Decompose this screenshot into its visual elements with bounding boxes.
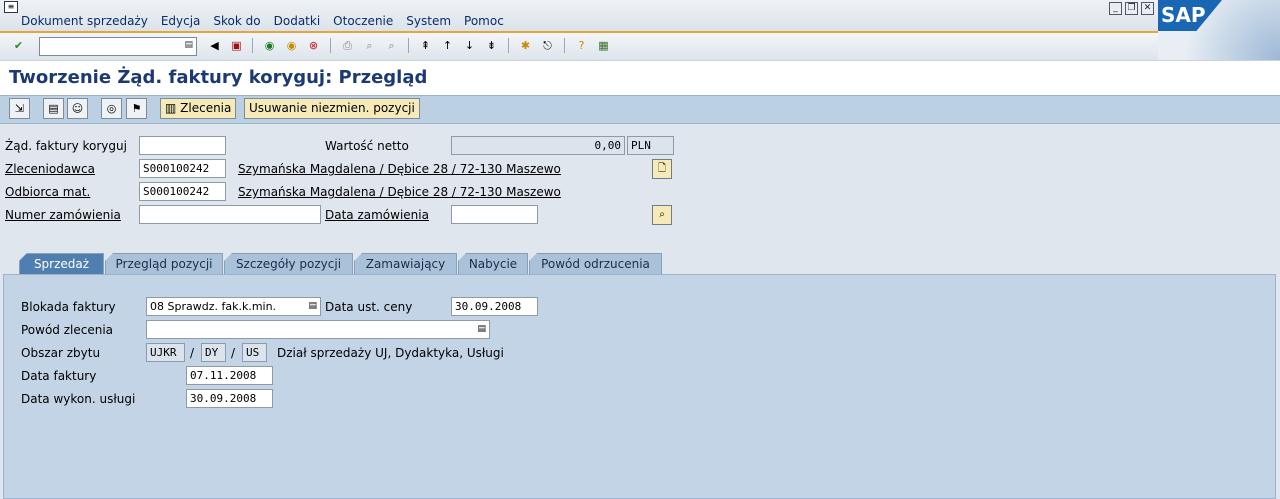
menu-item-help[interactable]: Pomoc: [464, 14, 504, 28]
billing-block-select[interactable]: 08 Sprawdz. fak.k.min. ▤: [146, 297, 321, 316]
item-conditions-icon[interactable]: ⚑: [126, 98, 147, 119]
orders-icon: ▥: [165, 101, 181, 115]
dropdown-icon[interactable]: ▤: [477, 321, 486, 338]
customize-layout-icon[interactable]: ▦: [595, 37, 612, 54]
search-icon[interactable]: ⌕: [652, 205, 672, 225]
order-reason-label: Powód zlecenia: [21, 323, 114, 337]
ship-to-label[interactable]: Odbiorca mat.: [5, 185, 90, 199]
last-page-icon[interactable]: ⇟: [483, 37, 500, 54]
currency-field: PLN: [627, 136, 674, 155]
order-reason-select[interactable]: ▤: [146, 320, 490, 339]
po-date-input[interactable]: [451, 205, 538, 224]
tab-rejection-reason[interactable]: Powód odrzucenia: [529, 253, 662, 275]
tab-item-details[interactable]: Szczegóły pozycji: [224, 253, 353, 275]
cancel-icon[interactable]: ⊗: [305, 37, 322, 54]
po-number-input[interactable]: [139, 205, 321, 224]
sap-logo: SAP: [1158, 0, 1280, 60]
menu-item-system[interactable]: System: [406, 14, 451, 28]
header-details-icon[interactable]: ▤: [43, 98, 64, 119]
service-date-input[interactable]: 30.09.2008: [186, 389, 273, 408]
separator-2: /: [231, 346, 236, 360]
collapse-icon[interactable]: ◀: [206, 37, 223, 54]
display-document-icon[interactable]: ⇲: [9, 98, 30, 119]
main-menu: Dokument sprzedaży Edycja Skok do Dodatk…: [21, 14, 504, 28]
title-bar: Tworzenie Żąd. faktury koryguj: Przegląd: [0, 60, 1280, 97]
find-next-icon[interactable]: ⌕: [383, 37, 400, 54]
distribution-channel-field: DY: [201, 343, 226, 362]
menu-item-edit[interactable]: Edycja: [161, 14, 201, 28]
back-icon[interactable]: ◉: [261, 37, 278, 54]
sold-to-label[interactable]: Zleceniodawca: [5, 162, 95, 176]
new-session-icon[interactable]: ✱: [517, 37, 534, 54]
save-icon[interactable]: ▣: [228, 37, 245, 54]
sales-org-field: UJKR: [146, 343, 185, 362]
menu-item-document[interactable]: Dokument sprzedaży: [21, 14, 148, 28]
sold-to-description[interactable]: Szymańska Magdalena / Dębice 28 / 72-130…: [238, 162, 561, 176]
service-date-label: Data wykon. usługi: [21, 392, 136, 406]
command-field[interactable]: ▤: [39, 37, 197, 56]
ship-to-description[interactable]: Szymańska Magdalena / Dębice 28 / 72-130…: [238, 185, 561, 199]
sold-to-input[interactable]: S000100242: [139, 159, 226, 178]
dropdown-icon[interactable]: ▤: [308, 298, 317, 315]
net-value-label: Wartość netto: [325, 139, 409, 153]
window-menu-icon[interactable]: ≡: [4, 1, 18, 13]
billing-block-value: 08 Sprawdz. fak.k.min.: [150, 300, 277, 313]
exit-icon[interactable]: ◉: [283, 37, 300, 54]
billing-date-label: Data faktury: [21, 369, 97, 383]
menu-item-environment[interactable]: Otoczenie: [333, 14, 393, 28]
find-icon[interactable]: ⌕: [361, 37, 378, 54]
command-history-icon[interactable]: ▤: [184, 40, 193, 50]
page-title: Tworzenie Żąd. faktury koryguj: Przegląd: [9, 67, 428, 88]
document-icon[interactable]: 🗋: [652, 159, 672, 179]
next-page-icon[interactable]: ↓: [461, 37, 478, 54]
net-value-field: 0,00: [451, 136, 625, 155]
close-icon[interactable]: ✕: [1141, 2, 1154, 15]
division-field: US: [242, 343, 267, 362]
partner-icon[interactable]: ☺: [67, 98, 88, 119]
first-page-icon[interactable]: ⇞: [417, 37, 434, 54]
sap-logo-text: SAP: [1161, 3, 1206, 27]
shortcut-icon[interactable]: ⎋: [539, 37, 556, 54]
invoice-request-input[interactable]: [139, 136, 226, 155]
minimize-icon[interactable]: _: [1109, 2, 1122, 15]
billing-block-label: Blokada faktury: [21, 300, 116, 314]
invoice-request-label: Żąd. faktury koryguj: [5, 139, 127, 153]
menu-bar: ≡ Dokument sprzedaży Edycja Skok do Doda…: [0, 0, 1280, 33]
tab-sales[interactable]: Sprzedaż: [19, 253, 104, 275]
remove-unchanged-items-button[interactable]: Usuwanie niezmien. pozycji: [244, 98, 420, 119]
menu-item-goto[interactable]: Skok do: [213, 14, 260, 28]
ship-to-input[interactable]: S000100242: [139, 182, 226, 201]
restore-icon[interactable]: ❐: [1125, 2, 1138, 15]
billing-date-input[interactable]: 07.11.2008: [186, 366, 273, 385]
previous-page-icon[interactable]: ↑: [439, 37, 456, 54]
orders-button[interactable]: ▥ Zlecenia: [160, 98, 237, 119]
enter-icon[interactable]: ✔: [10, 37, 27, 54]
tab-procurement[interactable]: Nabycie: [458, 253, 528, 275]
help-icon[interactable]: ?: [573, 37, 590, 54]
orders-overview-icon[interactable]: ◎: [101, 98, 122, 119]
po-number-label[interactable]: Numer zamówienia: [5, 208, 121, 222]
po-date-label[interactable]: Data zamówienia: [325, 208, 429, 222]
menu-item-extras[interactable]: Dodatki: [274, 14, 321, 28]
pricing-date-input[interactable]: 30.09.2008: [451, 297, 538, 316]
sales-area-description: Dział sprzedaży UJ, Dydaktyka, Usługi: [277, 346, 504, 360]
pricing-date-label: Data ust. ceny: [325, 300, 413, 314]
tab-ordering-party[interactable]: Zamawiający: [354, 253, 457, 275]
separator-1: /: [190, 346, 195, 360]
print-icon[interactable]: ⎙: [339, 37, 356, 54]
tab-item-overview[interactable]: Przegląd pozycji: [105, 253, 223, 275]
sales-area-label: Obszar zbytu: [21, 346, 101, 360]
application-toolbar: ⇲ ▤ ☺ ◎ ⚑ ▥ Zlecenia Usuwanie niezmien. …: [0, 96, 1280, 124]
